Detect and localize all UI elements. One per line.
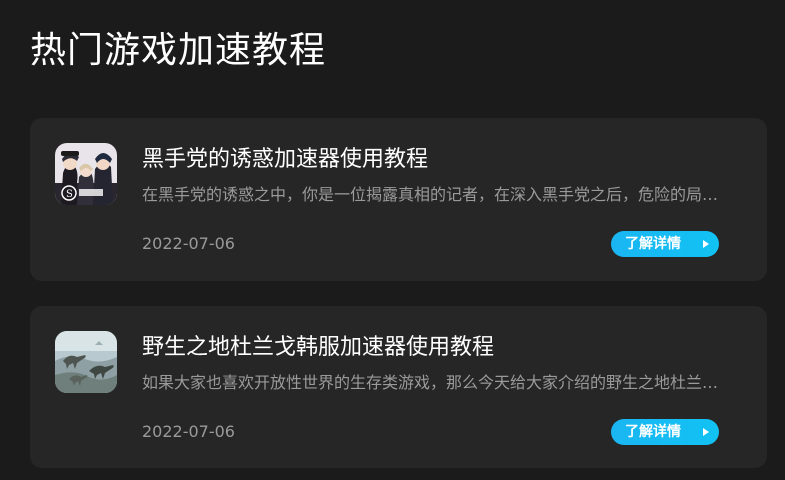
tutorial-title[interactable]: 野生之地杜兰戈韩服加速器使用教程 bbox=[142, 333, 494, 363]
dinosaur-game-icon[interactable] bbox=[55, 331, 117, 393]
learn-more-label: 了解详情 bbox=[625, 424, 681, 440]
tutorial-title[interactable]: 黑手党的诱惑加速器使用教程 bbox=[142, 145, 428, 175]
tutorial-card[interactable]: 野生之地杜兰戈韩服加速器使用教程 如果大家也喜欢开放性世界的生存类游戏，那么今天… bbox=[30, 306, 767, 468]
anime-characters-game-icon[interactable]: S bbox=[55, 143, 117, 205]
arrow-right-icon bbox=[703, 428, 709, 436]
page-title: 热门游戏加速教程 bbox=[30, 30, 327, 71]
svg-text:S: S bbox=[66, 189, 73, 200]
tutorial-date: 2022-07-06 bbox=[142, 422, 235, 441]
learn-more-label: 了解详情 bbox=[625, 236, 681, 252]
learn-more-button[interactable]: 了解详情 bbox=[611, 231, 719, 257]
tutorial-card[interactable]: S 黑手党的诱惑加速器使用教程 在黑手党的诱惑之中，你是一位揭露真相的记者，在深… bbox=[30, 118, 767, 281]
learn-more-button[interactable]: 了解详情 bbox=[611, 419, 719, 445]
tutorial-description: 如果大家也喜欢开放性世界的生存类游戏，那么今天给大家介绍的野生之地杜兰戈一定不要… bbox=[142, 373, 720, 392]
tutorial-date: 2022-07-06 bbox=[142, 234, 235, 253]
tutorial-description: 在黑手党的诱惑之中，你是一位揭露真相的记者，在深入黑手党之后，危险的局势悄然展开… bbox=[142, 185, 720, 204]
arrow-right-icon bbox=[703, 240, 709, 248]
